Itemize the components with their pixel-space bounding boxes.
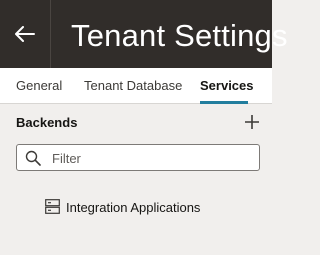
tab-general[interactable]: General [16, 78, 62, 93]
page-title: Tenant Settings [71, 18, 288, 53]
backend-item-label: Integration Applications [66, 200, 201, 215]
header-divider [50, 0, 51, 68]
back-button[interactable] [0, 0, 50, 68]
tab-tenant-database[interactable]: Tenant Database [84, 78, 182, 93]
active-tab-indicator [200, 101, 248, 104]
plus-icon [245, 115, 259, 129]
tab-services[interactable]: Services [200, 78, 254, 93]
back-arrow-icon [15, 26, 35, 42]
search-icon [25, 150, 41, 166]
filter-field[interactable] [16, 144, 260, 171]
tab-bar: General Tenant Database Services [0, 68, 272, 104]
backends-heading: Backends [16, 115, 78, 130]
backend-item-integration-applications[interactable]: Integration Applications [40, 196, 260, 218]
app-header: Tenant Settings [0, 0, 288, 68]
add-backend-button[interactable] [243, 113, 261, 131]
filter-input[interactable] [52, 149, 252, 167]
server-icon [45, 199, 60, 214]
